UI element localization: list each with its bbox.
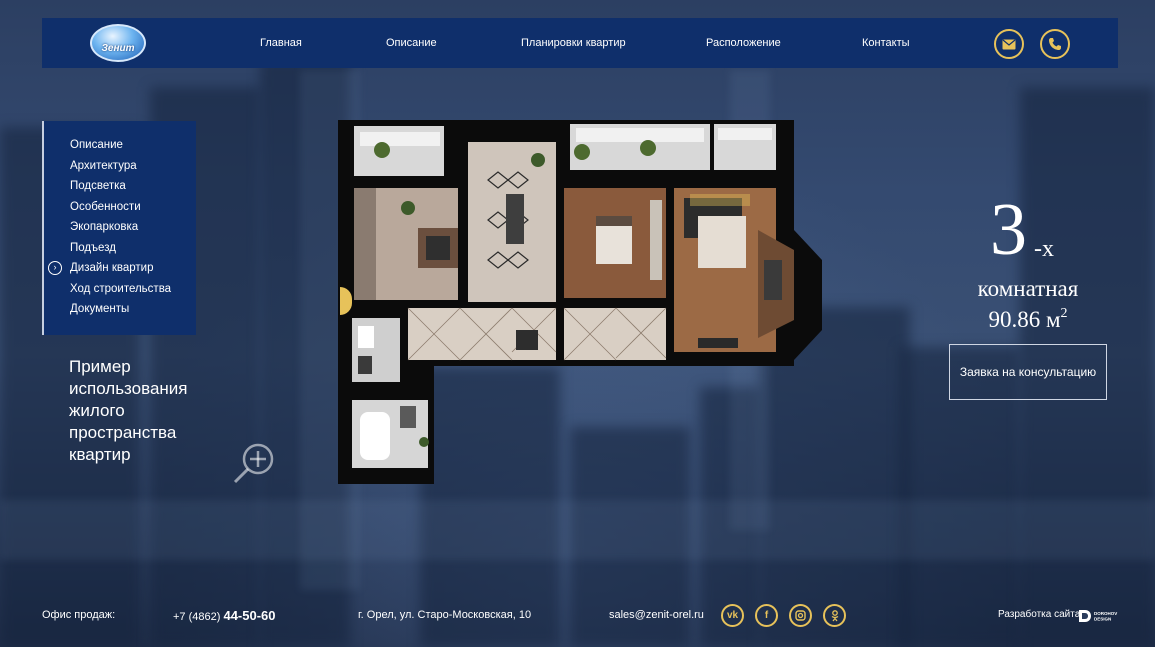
zenit-logo[interactable]: Зенит	[90, 24, 146, 62]
developer-label: Разработка сайта	[998, 609, 1081, 620]
developer-logo-text-bottom: DESIGN	[1094, 617, 1111, 622]
side-item-description[interactable]: Описание	[70, 138, 196, 159]
area-value: 90.86 м	[988, 307, 1061, 332]
design-caption: Пример использования жилого пространства…	[69, 357, 188, 464]
sales-email[interactable]: sales@zenit-orel.ru	[609, 609, 704, 621]
developer-logo-text-top: DOROHOV	[1094, 611, 1117, 616]
side-item-features[interactable]: Особенности	[70, 200, 196, 221]
nav-floor-plans[interactable]: Планировки квартир	[521, 37, 626, 49]
facebook-icon[interactable]: f	[755, 604, 778, 627]
nav-description[interactable]: Описание	[386, 37, 437, 49]
side-item-eco-parking[interactable]: Экопарковка	[70, 220, 196, 241]
top-header: Зенит Главная Описание Планировки кварти…	[42, 18, 1118, 68]
rooms-suffix: -х	[1034, 236, 1054, 262]
floor-plan-image[interactable]	[338, 120, 824, 484]
apartment-type: комнатная	[977, 276, 1079, 301]
rooms-count: 3 -х	[990, 190, 1100, 270]
vk-icon[interactable]: vk	[721, 604, 744, 627]
phone-prefix: +7 (4862)	[173, 611, 221, 623]
side-item-apartment-design[interactable]: › Дизайн квартир	[48, 261, 196, 282]
consultation-request-button[interactable]: Заявка на консультацию	[949, 344, 1107, 400]
office-label: Офис продаж:	[42, 609, 116, 621]
chevron-right-icon: ›	[48, 261, 62, 275]
logo-text: Зенит	[101, 42, 135, 54]
side-item-lighting[interactable]: Подсветка	[70, 179, 196, 200]
nav-contacts[interactable]: Контакты	[862, 37, 910, 49]
instagram-icon[interactable]	[789, 604, 812, 627]
area-unit-sup: 2	[1060, 306, 1068, 321]
dorohov-design-logo[interactable]: DOROHOV DESIGN	[1078, 608, 1120, 624]
apartment-area: 90.86 м2	[950, 306, 1106, 333]
office-address: г. Орел, ул. Старо-Московская, 10	[358, 609, 532, 621]
mail-icon[interactable]	[994, 29, 1024, 59]
nav-home[interactable]: Главная	[260, 37, 302, 49]
side-menu: Описание Архитектура Подсветка Особеннос…	[42, 121, 196, 335]
side-item-architecture[interactable]: Архитектура	[70, 159, 196, 180]
sales-phone[interactable]: +7 (4862) 44-50-60	[173, 608, 276, 623]
side-item-label: Дизайн квартир	[70, 262, 154, 274]
odnoklassniki-icon[interactable]	[823, 604, 846, 627]
phone-icon[interactable]	[1040, 29, 1070, 59]
side-item-entrance[interactable]: Подъезд	[70, 241, 196, 262]
side-item-documents[interactable]: Документы	[70, 302, 196, 323]
side-item-construction-progress[interactable]: Ход строительства	[70, 282, 196, 303]
rooms-number: 3	[990, 189, 1027, 271]
nav-location[interactable]: Расположение	[706, 37, 781, 49]
footer: Офис продаж: +7 (4862) 44-50-60 г. Орел,…	[0, 600, 1155, 632]
zoom-in-icon[interactable]	[230, 440, 278, 488]
phone-main: 44-50-60	[223, 608, 276, 623]
